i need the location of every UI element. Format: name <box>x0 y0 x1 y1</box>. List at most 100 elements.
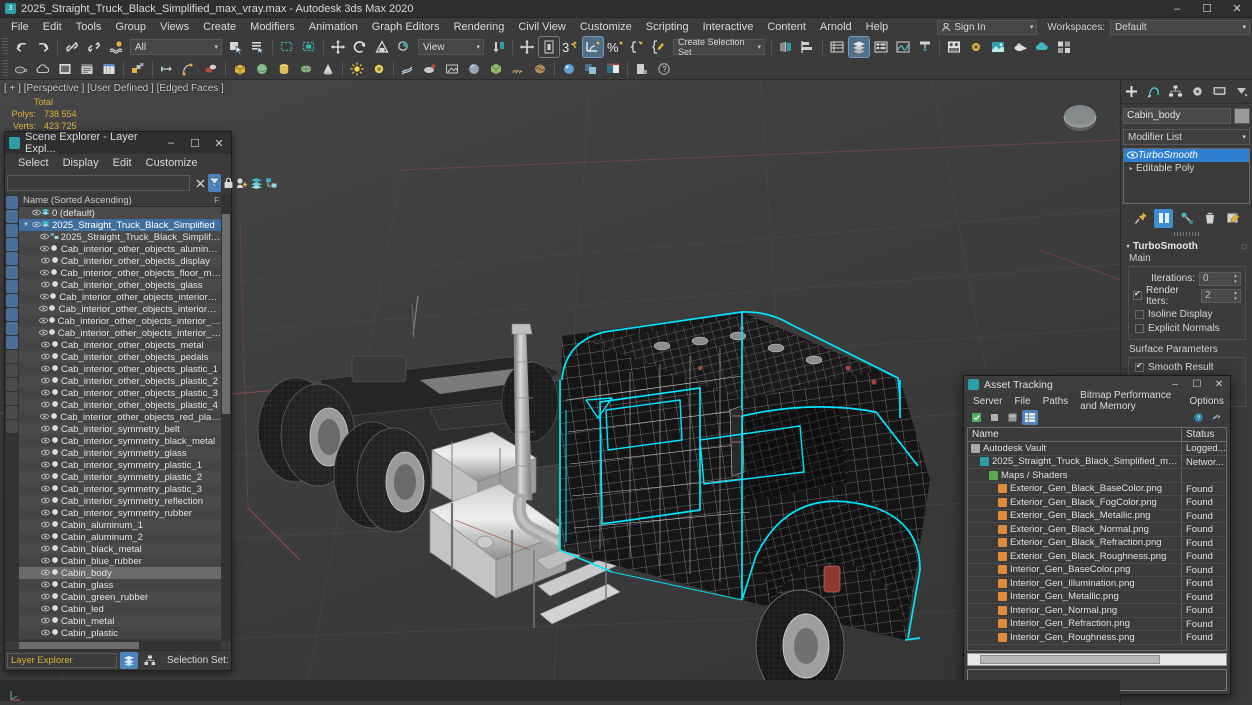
configure-modifier-sets-icon[interactable] <box>1223 209 1242 228</box>
visibility-eye-icon[interactable] <box>40 569 50 578</box>
clone-and-align-icon[interactable] <box>201 59 221 79</box>
sign-in-dropdown[interactable]: Sign In ▾ <box>937 19 1038 35</box>
named-selection-set-dropdown[interactable]: Create Selection Set ▾ <box>673 37 765 57</box>
se-menu-select[interactable]: Select <box>11 157 56 169</box>
chevron-right-icon[interactable]: ▸ <box>1126 165 1136 172</box>
array-icon[interactable] <box>128 59 148 79</box>
menu-animation[interactable]: Animation <box>302 18 365 36</box>
tab-modify[interactable] <box>1144 81 1164 102</box>
se-menu-edit[interactable]: Edit <box>106 157 139 169</box>
workspaces-dropdown[interactable]: Default ▾ <box>1110 19 1250 35</box>
scene-explorer-row[interactable]: Cabin_plastic <box>19 627 221 639</box>
scene-explorer-row[interactable]: Cab_interior_other_objects_metal <box>19 339 221 351</box>
visibility-eye-icon[interactable] <box>40 509 50 518</box>
select-object-icon[interactable] <box>226 37 246 57</box>
render-production-icon[interactable] <box>1010 37 1030 57</box>
cylinder-primitive-icon[interactable] <box>274 59 294 79</box>
scene-explorer-list[interactable]: 0 (default) ▼ 2025_Straight_Truck_Black_Si… <box>19 207 221 641</box>
menu-graph-editors[interactable]: Graph Editors <box>365 18 447 36</box>
iterations-spinner[interactable]: 0 ▴ ▾ <box>1199 271 1241 286</box>
angle-snap-toggle-icon[interactable]: 3 <box>561 37 581 57</box>
scene-explorer-row[interactable]: Cab_interior_other_objects_plastic_4 <box>19 399 221 411</box>
hscrollbar-thumb[interactable] <box>19 642 139 649</box>
menu-edit[interactable]: Edit <box>36 18 69 36</box>
scene-explorer-row[interactable]: Cabin_aluminum_1 <box>19 519 221 531</box>
rail-filter-xrefs[interactable] <box>6 294 18 307</box>
scene-explorer-close[interactable]: ✕ <box>207 132 231 154</box>
menu-group[interactable]: Group <box>108 18 153 36</box>
visibility-eye-icon[interactable] <box>31 221 41 230</box>
displacement-icon[interactable] <box>530 59 550 79</box>
undo-icon[interactable] <box>11 37 31 57</box>
material-editor-icon[interactable] <box>944 37 964 57</box>
menu-modifiers[interactable]: Modifiers <box>243 18 302 36</box>
asset-tracking-row[interactable]: Exterior_Gen_Black_FogColor.png Found <box>968 496 1226 510</box>
rail-filter-container[interactable] <box>6 420 18 433</box>
rail-filter-geometry[interactable] <box>6 196 18 209</box>
visibility-eye-icon[interactable] <box>40 497 50 506</box>
asset-tracking-row[interactable]: Exterior_Gen_Black_Metallic.png Found <box>968 509 1226 523</box>
atmosphere-icon[interactable] <box>420 59 440 79</box>
scene-explorer-row[interactable]: Cab_interior_other_objects_aluminum <box>19 243 221 255</box>
box-primitive-icon[interactable] <box>230 59 250 79</box>
spacing-tool-icon[interactable] <box>179 59 199 79</box>
visibility-eye-icon[interactable] <box>40 413 50 422</box>
modifier-stack-item-turbosmooth[interactable]: TurboSmooth <box>1124 149 1249 162</box>
scene-explorer-row[interactable]: Cab_interior_other_objects_interior_floo… <box>19 291 221 303</box>
smooth-result-checkbox[interactable] <box>1135 361 1144 372</box>
visibility-eye-icon[interactable] <box>40 401 50 410</box>
asset-maximize-button[interactable]: ☐ <box>1186 376 1208 393</box>
select-by-name-icon[interactable] <box>248 37 268 57</box>
vray-frame-buffer-icon[interactable] <box>55 59 75 79</box>
scene-explorer-row[interactable]: Cab_interior_other_objects_red_plastic <box>19 411 221 423</box>
rail-filter-frozen[interactable] <box>6 350 18 363</box>
scene-explorer-icon[interactable] <box>848 36 870 58</box>
reference-coordinate-dropdown[interactable]: View ▾ <box>418 39 484 55</box>
vault-link-icon[interactable] <box>1208 410 1224 425</box>
lock-icon[interactable] <box>223 174 234 192</box>
spinner-snap-toggle-icon[interactable] <box>582 36 604 58</box>
fur-icon[interactable] <box>508 59 528 79</box>
render-iters-spinner[interactable]: 2 ▴ ▾ <box>1200 288 1241 303</box>
scene-explorer-row[interactable]: Cab_interior_symmetry_black_metal <box>19 435 221 447</box>
menu-help[interactable]: Help <box>859 18 896 36</box>
isoline-display-checkbox[interactable] <box>1135 309 1144 319</box>
remove-modifier-icon[interactable] <box>1200 209 1219 228</box>
menu-customize[interactable]: Customize <box>573 18 639 36</box>
scene-explorer-scrollbar[interactable] <box>221 194 231 641</box>
rail-filter-hidden[interactable] <box>6 336 18 349</box>
menu-views[interactable]: Views <box>153 18 196 36</box>
snaps-toggle-icon[interactable] <box>517 37 537 57</box>
visibility-eye-icon[interactable] <box>40 281 50 290</box>
asset-tracking-row[interactable]: Interior_Gen_BaseColor.png Found <box>968 563 1226 577</box>
layer-explorer-icon[interactable] <box>827 37 847 57</box>
scene-explorer-row[interactable]: Cabin_metal <box>19 615 221 627</box>
bind-to-space-warp-icon[interactable] <box>106 37 126 57</box>
visibility-eye-icon[interactable] <box>40 449 50 458</box>
visibility-eye-icon[interactable] <box>31 209 41 218</box>
scene-explorer-row[interactable]: Cab_interior_other_objects_interior_meta… <box>19 303 221 315</box>
scene-explorer-row[interactable]: Cab_interior_other_objects_glass <box>19 279 221 291</box>
visibility-eye-icon[interactable] <box>39 293 49 302</box>
scene-explorer-row[interactable]: Cab_interior_symmetry_reflection <box>19 495 221 507</box>
layer-explorer-label[interactable]: Layer Explorer <box>7 653 117 668</box>
select-and-place-icon[interactable] <box>394 37 414 57</box>
asset-tracking-row[interactable]: Interior_Gen_Metallic.png Found <box>968 590 1226 604</box>
rail-filter-helpers[interactable] <box>6 252 18 265</box>
as-menu-options[interactable]: Options <box>1184 396 1230 407</box>
asset-tracking-row[interactable]: Exterior_Gen_Black_Roughness.png Found <box>968 550 1226 564</box>
visibility-eye-icon[interactable] <box>40 485 50 494</box>
visibility-eye-icon[interactable] <box>40 245 50 254</box>
visibility-eye-icon[interactable] <box>40 269 50 278</box>
scene-explorer-row[interactable]: Cab_interior_other_objects_plastic_2 <box>19 375 221 387</box>
asset-tracking-row[interactable]: Interior_Gen_Illumination.png Found <box>968 577 1226 591</box>
asset-column-status[interactable]: Status <box>1182 428 1226 441</box>
scene-explorer-row[interactable]: Cabin_blue_rubber <box>19 555 221 567</box>
align-icon[interactable] <box>798 37 818 57</box>
asset-hscrollbar-thumb[interactable] <box>980 655 1160 664</box>
render-setup-icon[interactable] <box>966 37 986 57</box>
camera-match-icon[interactable] <box>442 59 462 79</box>
visibility-eye-icon[interactable] <box>40 233 50 242</box>
refresh-icon[interactable] <box>968 410 984 425</box>
scene-explorer-maximize[interactable]: ☐ <box>183 132 207 154</box>
